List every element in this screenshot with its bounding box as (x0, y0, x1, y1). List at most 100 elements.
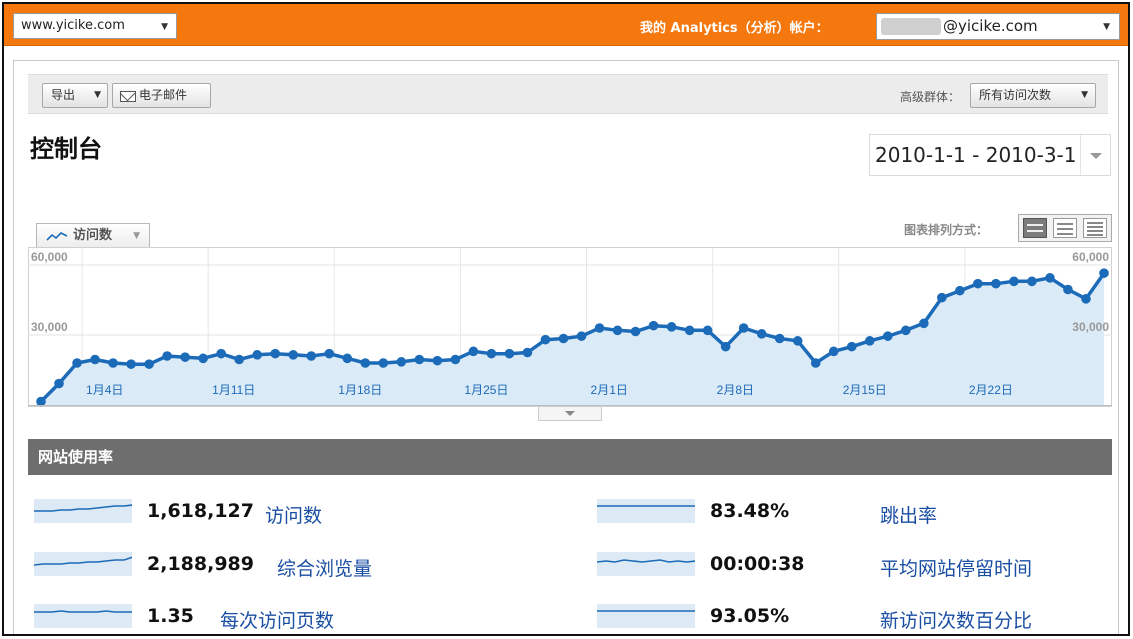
sparkline (597, 604, 695, 628)
data-point (216, 348, 226, 359)
usage-stat-link[interactable]: 新访问次数百分比 (880, 606, 1032, 633)
x-tick-label: 1月18日 (338, 383, 382, 397)
sparkline (34, 552, 132, 576)
page-title: 控制台 (30, 135, 102, 163)
export-label: 导出 (51, 88, 76, 102)
data-point (937, 292, 947, 303)
email-button[interactable]: 电子邮件 (112, 83, 211, 108)
y-tick-label-left: 30,000 (31, 320, 68, 334)
data-point (162, 351, 172, 361)
usage-stat: 00:00:38 平均网站停留时间 (597, 550, 1117, 582)
data-point (919, 318, 929, 329)
usage-stat: 93.05% 新访问次数百分比 (597, 602, 1117, 634)
data-point (1081, 294, 1091, 304)
account-label: 我的 Analytics（分析）帐户： (640, 21, 829, 36)
data-point (486, 348, 497, 359)
data-point (594, 323, 605, 333)
usage-stat-link[interactable]: 跳出率 (880, 501, 937, 528)
chevron-down-icon: ▼ (161, 22, 168, 32)
data-point (432, 355, 443, 366)
usage-stat-link[interactable]: 访问数 (265, 501, 322, 528)
data-point (270, 348, 281, 359)
data-point (126, 359, 136, 369)
chevron-down-icon: ▼ (94, 90, 101, 100)
y-tick-label-left: 60,000 (31, 250, 68, 264)
data-point (1045, 273, 1055, 283)
chart-layout-label: 图表排列方式： (904, 223, 989, 237)
segment-label: 高级群体： (900, 90, 961, 104)
data-point (288, 350, 299, 360)
email-label: 电子邮件 (139, 88, 188, 102)
data-point (180, 352, 190, 362)
analytics-window: www.yicike.com ▼ 我的 Analytics（分析）帐户： @yi… (2, 2, 1130, 636)
layout-compact-icon[interactable] (1083, 218, 1107, 238)
account-selector-value: @yicike.com (943, 17, 1038, 35)
data-point (108, 358, 118, 368)
data-point (90, 354, 100, 365)
data-point (396, 357, 407, 367)
data-point (720, 341, 731, 352)
data-point (324, 348, 335, 359)
site-usage-header: 网站使用率 (28, 439, 1112, 475)
data-point (378, 358, 389, 368)
data-point (558, 333, 569, 344)
y-tick-label-right: 30,000 (1072, 320, 1109, 334)
data-point (1099, 268, 1109, 278)
data-point (738, 323, 749, 333)
usage-stat-link[interactable]: 每次访问页数 (220, 606, 334, 633)
x-tick-label: 2月22日 (969, 383, 1013, 397)
data-point (882, 331, 893, 341)
data-point (756, 329, 767, 339)
usage-stat-value: 83.48% (710, 500, 790, 522)
data-point (955, 285, 965, 296)
data-point (576, 331, 587, 341)
sparkline (597, 552, 695, 576)
usage-stat-value: 1,618,127 (147, 500, 254, 522)
redacted-account-name (881, 18, 941, 35)
data-point (792, 336, 803, 346)
x-tick-label: 1月25日 (464, 383, 508, 397)
site-selector[interactable]: www.yicike.com ▼ (13, 13, 177, 39)
chevron-down-icon[interactable] (1080, 135, 1110, 175)
site-selector-value: www.yicike.com (21, 18, 125, 33)
data-point (1009, 276, 1019, 287)
data-point (1027, 276, 1037, 287)
data-point (828, 346, 839, 357)
segment-selector[interactable]: 所有访问次数 ▼ (970, 83, 1096, 108)
top-bar: www.yicike.com ▼ 我的 Analytics（分析）帐户： @yi… (4, 4, 1128, 46)
account-selector[interactable]: @yicike.com ▼ (876, 13, 1120, 40)
data-point (810, 358, 821, 368)
data-point (702, 325, 713, 336)
data-point (342, 353, 353, 364)
data-point (901, 325, 911, 336)
usage-stat-value: 2,188,989 (147, 553, 254, 575)
date-range-selector[interactable]: 2010-1-1 - 2010-3-1 (869, 134, 1111, 176)
collapse-chart-toggle[interactable] (538, 407, 602, 421)
toolbar: 导出 ▼ 电子邮件 高级群体： 所有访问次数 ▼ (28, 74, 1108, 114)
chevron-down-icon: ▼ (1103, 22, 1110, 32)
data-point (540, 334, 551, 345)
usage-stat-link[interactable]: 平均网站停留时间 (880, 554, 1032, 581)
data-point (54, 378, 64, 389)
layout-graph-icon[interactable] (1023, 218, 1047, 238)
layout-list-icon[interactable] (1053, 218, 1077, 238)
data-point (973, 278, 983, 289)
sparkline (597, 499, 695, 523)
data-point (612, 325, 623, 336)
data-point (306, 351, 317, 361)
usage-stat: 2,188,989 综合浏览量 (34, 550, 554, 582)
data-point (666, 322, 677, 332)
x-tick-label: 2月15日 (843, 383, 887, 397)
dashboard-panel: 导出 ▼ 电子邮件 高级群体： 所有访问次数 ▼ 控制台 2010-1-1 - … (13, 60, 1119, 634)
metric-selector-tab[interactable]: 访问数 ▼ (36, 223, 150, 248)
data-point (36, 396, 46, 407)
metric-tab-label: 访问数 (73, 228, 113, 243)
sparkline (34, 499, 132, 523)
y-tick-label-right: 60,000 (1072, 250, 1109, 264)
data-point (360, 358, 371, 368)
data-point (648, 320, 659, 331)
data-point (468, 346, 479, 357)
line-chart-icon (46, 232, 68, 241)
usage-stat-link[interactable]: 综合浏览量 (277, 554, 372, 581)
export-button[interactable]: 导出 ▼ (42, 83, 108, 108)
